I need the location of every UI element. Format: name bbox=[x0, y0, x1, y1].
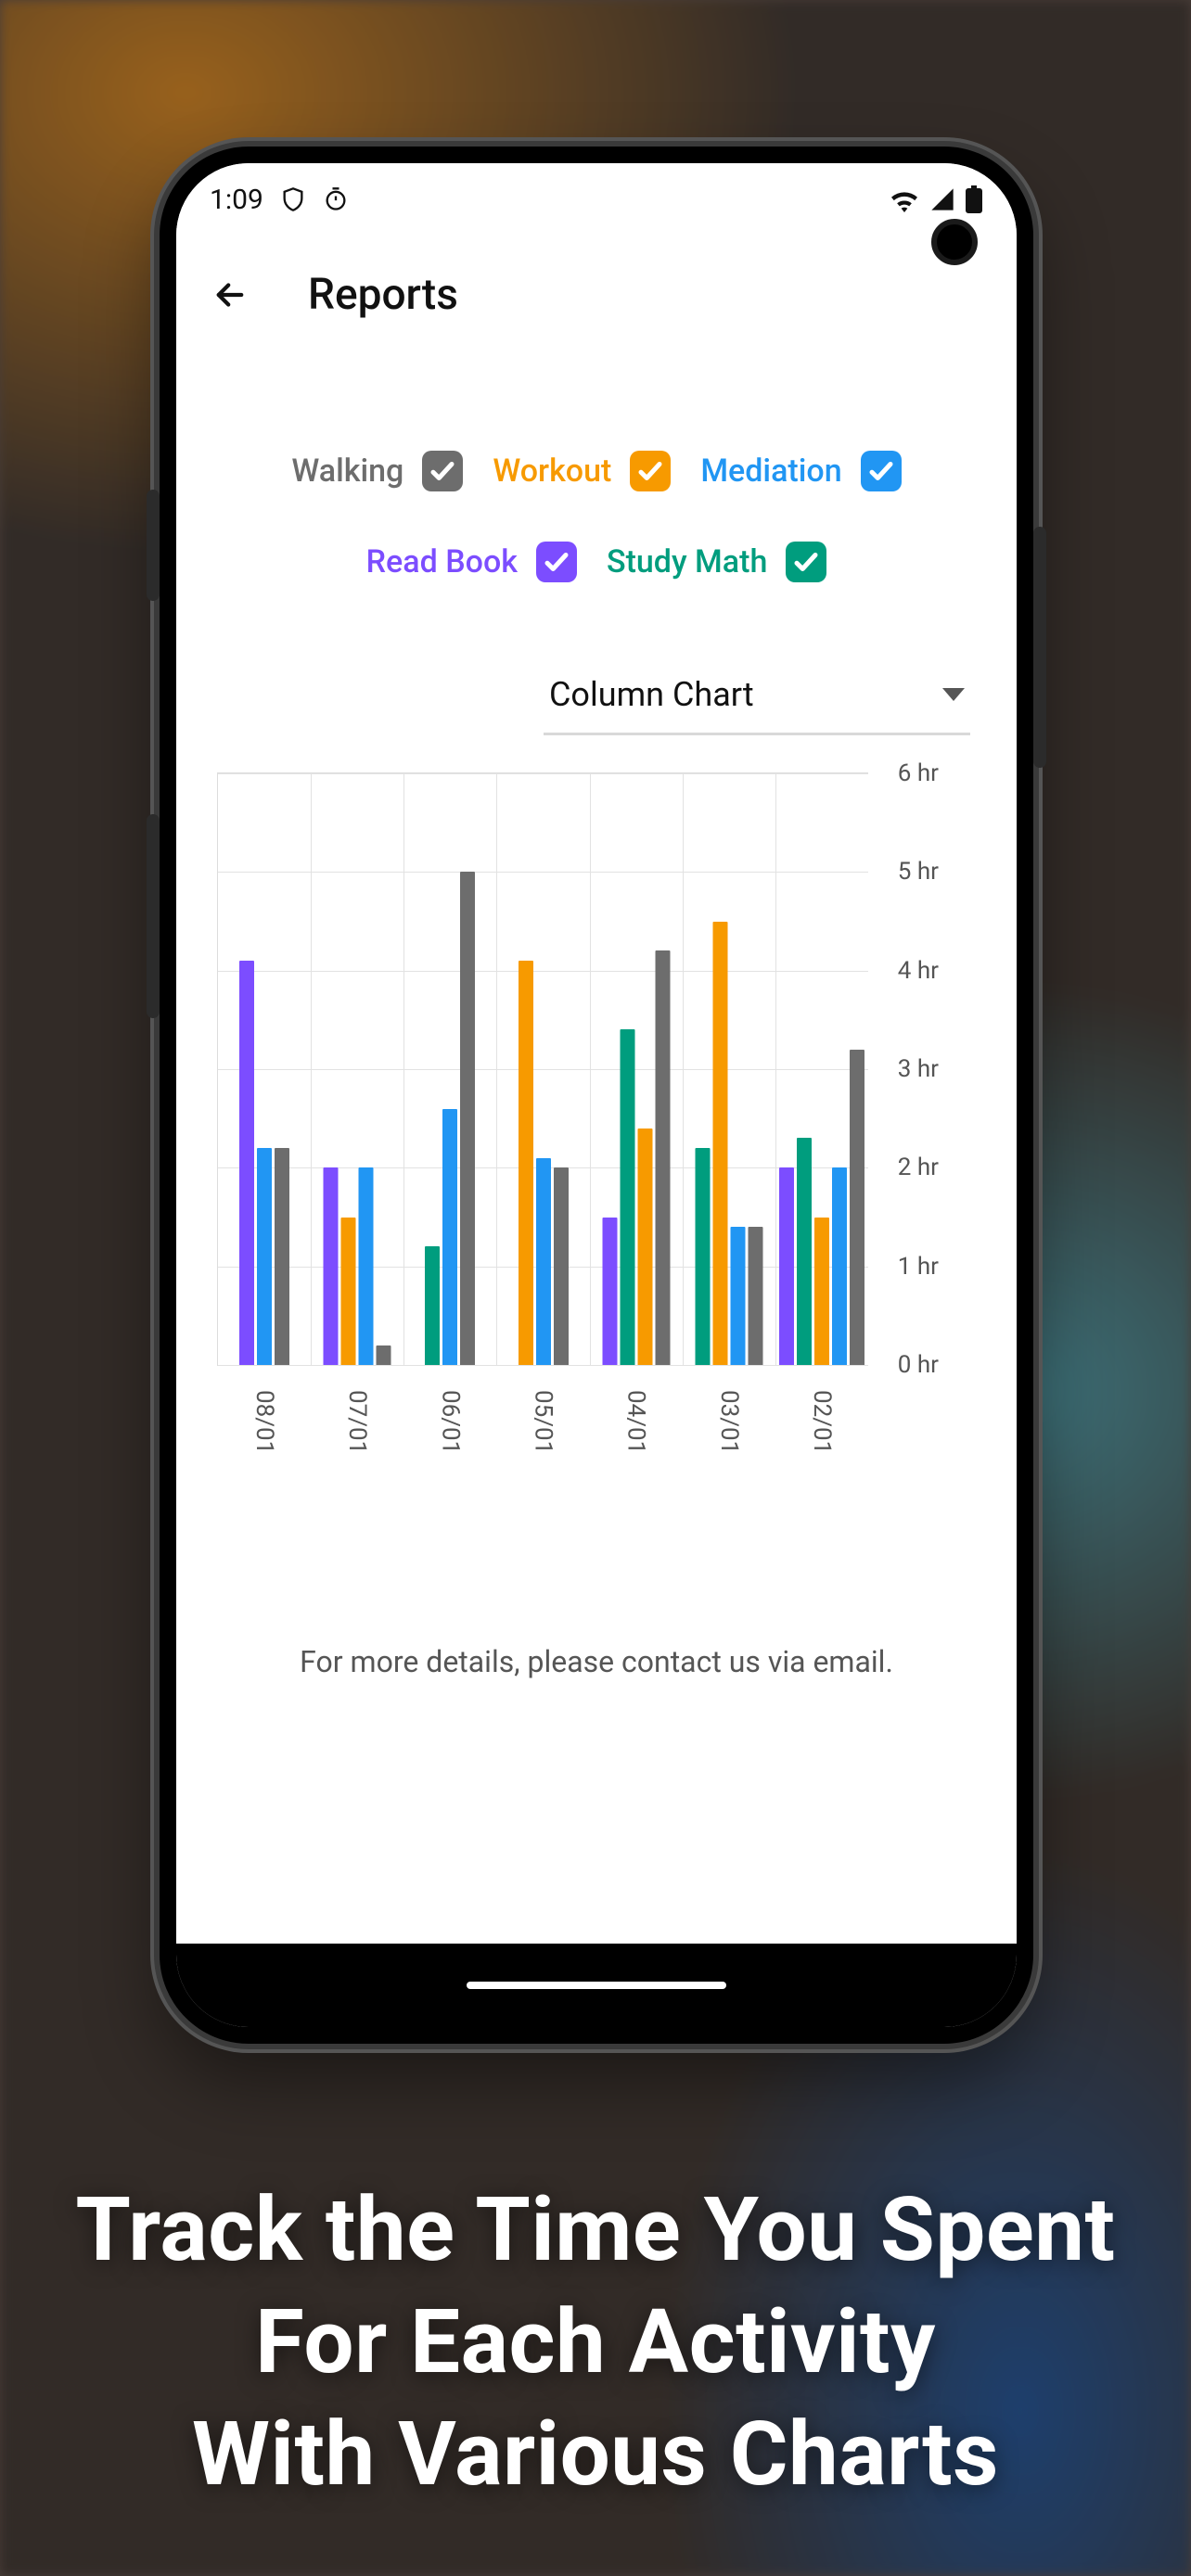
cell-signal-icon bbox=[929, 186, 955, 212]
bar[interactable] bbox=[797, 1138, 812, 1365]
bar[interactable] bbox=[554, 1167, 569, 1365]
bar[interactable] bbox=[832, 1167, 847, 1365]
checkbox-checked-icon[interactable] bbox=[786, 542, 826, 582]
bar[interactable] bbox=[712, 922, 727, 1366]
legend-label: Workout bbox=[493, 453, 611, 490]
hole-punch-camera bbox=[931, 219, 978, 265]
back-button[interactable] bbox=[204, 269, 256, 321]
bar-group bbox=[779, 1050, 864, 1365]
bar[interactable] bbox=[425, 1246, 440, 1365]
bar[interactable] bbox=[324, 1167, 339, 1365]
bar[interactable] bbox=[442, 1109, 457, 1365]
legend-item[interactable]: Walking bbox=[291, 451, 463, 491]
bar[interactable] bbox=[460, 872, 475, 1365]
checkbox-checked-icon[interactable] bbox=[861, 451, 902, 491]
column-chart: 0 hr1 hr2 hr3 hr4 hr5 hr6 hr08/0107/0106… bbox=[213, 772, 980, 1477]
promo-headline: Track the Time You SpentFor Each Activit… bbox=[0, 2174, 1191, 2511]
page-title: Reports bbox=[308, 270, 458, 320]
bar[interactable] bbox=[359, 1167, 374, 1365]
series-legend: Walking Workout Mediation Read Book Stud… bbox=[213, 451, 980, 582]
bar-group bbox=[602, 950, 670, 1365]
bar[interactable] bbox=[536, 1158, 551, 1365]
status-bar: 1:09 bbox=[176, 163, 1017, 226]
legend-item[interactable]: Read Book bbox=[366, 542, 577, 582]
bar[interactable] bbox=[850, 1050, 864, 1365]
promo-line: For Each Activity bbox=[0, 2287, 1191, 2399]
y-tick-label: 4 hr bbox=[898, 957, 939, 985]
y-tick-label: 3 hr bbox=[898, 1055, 939, 1083]
bar[interactable] bbox=[748, 1227, 762, 1365]
phone-side-button bbox=[1033, 527, 1046, 768]
bar[interactable] bbox=[377, 1345, 391, 1365]
legend-label: Walking bbox=[291, 453, 403, 490]
checkbox-checked-icon[interactable] bbox=[422, 451, 463, 491]
x-tick-label: 06/01 bbox=[436, 1390, 464, 1454]
y-tick-label: 0 hr bbox=[898, 1351, 939, 1379]
checkbox-checked-icon[interactable] bbox=[536, 542, 577, 582]
bar-group bbox=[239, 961, 289, 1365]
x-tick-label: 08/01 bbox=[250, 1390, 278, 1454]
y-tick-label: 6 hr bbox=[898, 759, 939, 787]
bar[interactable] bbox=[341, 1218, 356, 1366]
home-indicator[interactable] bbox=[467, 1982, 726, 1989]
footer-note: For more details, please contact us via … bbox=[213, 1644, 980, 1679]
x-tick-label: 03/01 bbox=[715, 1390, 743, 1454]
x-tick-label: 04/01 bbox=[622, 1390, 650, 1454]
legend-label: Read Book bbox=[366, 543, 518, 580]
bar-group bbox=[425, 872, 475, 1365]
shield-outline-icon bbox=[280, 186, 306, 212]
bar-group bbox=[519, 961, 569, 1365]
chart-type-value: Column Chart bbox=[549, 675, 754, 714]
x-tick-label: 02/01 bbox=[808, 1390, 836, 1454]
timer-outline-icon bbox=[323, 186, 349, 212]
status-time: 1:09 bbox=[210, 184, 263, 216]
bar[interactable] bbox=[620, 1029, 634, 1365]
bar[interactable] bbox=[602, 1218, 617, 1366]
wifi-icon bbox=[889, 186, 920, 212]
android-nav-bar bbox=[176, 1944, 1017, 2027]
legend-item[interactable]: Study Math bbox=[607, 542, 826, 582]
chart-type-dropdown[interactable]: Column Chart bbox=[544, 666, 970, 735]
battery-icon bbox=[965, 185, 983, 213]
bar[interactable] bbox=[814, 1218, 829, 1366]
bar[interactable] bbox=[655, 950, 670, 1365]
x-tick-label: 07/01 bbox=[343, 1390, 371, 1454]
bar[interactable] bbox=[779, 1167, 794, 1365]
bar[interactable] bbox=[275, 1148, 289, 1365]
chevron-down-icon bbox=[942, 688, 965, 701]
y-tick-label: 2 hr bbox=[898, 1154, 939, 1181]
screen: 1:09 bbox=[176, 163, 1017, 2027]
bar[interactable] bbox=[239, 961, 254, 1365]
promo-line: With Various Charts bbox=[0, 2399, 1191, 2511]
promo-line: Track the Time You Spent bbox=[0, 2174, 1191, 2287]
bar[interactable] bbox=[695, 1148, 710, 1365]
phone-side-button bbox=[147, 814, 160, 1018]
legend-label: Study Math bbox=[607, 543, 767, 580]
bar[interactable] bbox=[257, 1148, 272, 1365]
bar[interactable] bbox=[730, 1227, 745, 1365]
app-content: 1:09 bbox=[176, 163, 1017, 1944]
checkbox-checked-icon[interactable] bbox=[630, 451, 671, 491]
bar[interactable] bbox=[519, 961, 533, 1365]
y-tick-label: 1 hr bbox=[898, 1253, 939, 1281]
app-bar: Reports bbox=[176, 226, 1017, 330]
legend-item[interactable]: Mediation bbox=[700, 451, 901, 491]
x-tick-label: 05/01 bbox=[530, 1390, 557, 1454]
phone-frame: 1:09 bbox=[160, 147, 1033, 2044]
bar[interactable] bbox=[637, 1129, 652, 1365]
arrow-left-icon bbox=[211, 275, 250, 314]
y-tick-label: 5 hr bbox=[898, 858, 939, 886]
bar-group bbox=[695, 922, 762, 1366]
bar-group bbox=[324, 1167, 391, 1365]
legend-item[interactable]: Workout bbox=[493, 451, 671, 491]
phone-side-button bbox=[147, 490, 160, 601]
legend-label: Mediation bbox=[700, 453, 841, 490]
